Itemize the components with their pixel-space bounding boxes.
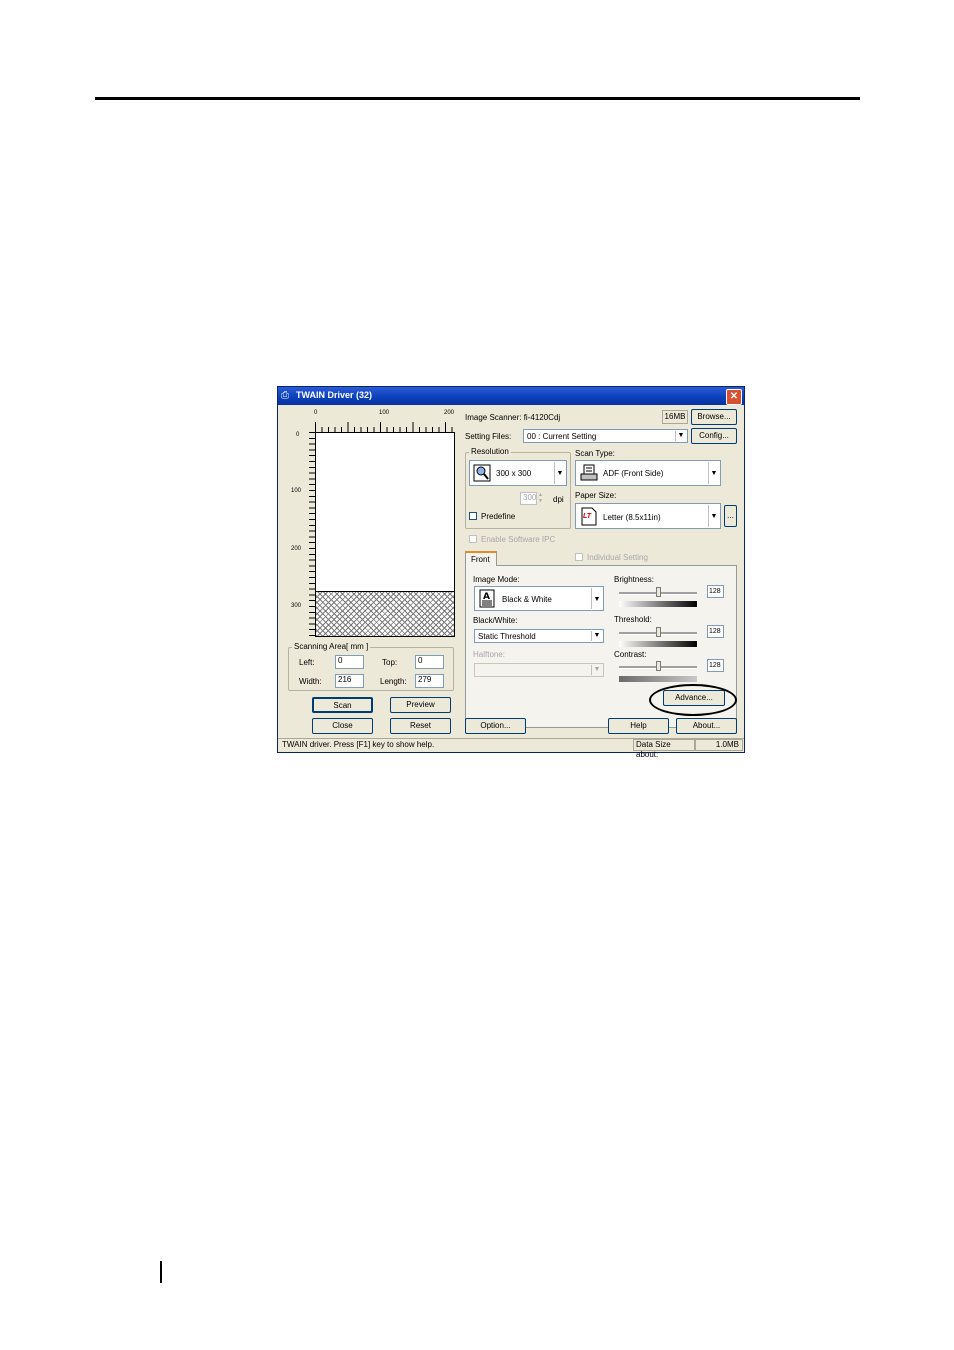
paper-size-value: Letter (8.5x11in) [603, 513, 661, 522]
brightness-label: Brightness: [614, 575, 655, 584]
adf-scanner-icon [580, 464, 598, 481]
dpi-spinner[interactable]: ▲ ▼ [537, 492, 544, 505]
chevron-down-icon[interactable]: ▼ [708, 462, 719, 484]
page-margin-bar [160, 1261, 162, 1283]
black-white-select[interactable]: Static Threshold ▼ [474, 629, 604, 643]
threshold-label: Threshold: [614, 615, 652, 624]
individual-setting-checkbox[interactable] [575, 553, 583, 561]
dpi-unit: dpi [553, 495, 564, 504]
threshold-slider-thumb[interactable] [656, 627, 661, 637]
title-bar[interactable]: ⎙ TWAIN Driver (32) ✕ [278, 387, 744, 405]
resolution-label: Resolution [469, 447, 511, 456]
image-mode-label: Image Mode: [473, 575, 520, 584]
chevron-down-icon[interactable]: ▼ [554, 462, 565, 484]
about-button[interactable]: About... [676, 718, 737, 734]
chevron-down-icon[interactable]: ▼ [675, 431, 686, 441]
setting-files-select[interactable]: 00 : Current Setting ▼ [523, 429, 688, 443]
chevron-down-icon[interactable]: ▼ [708, 505, 719, 527]
reset-button[interactable]: Reset [390, 718, 451, 734]
close-icon: ✕ [729, 391, 739, 402]
close-button[interactable]: Close [312, 718, 373, 734]
contrast-gradient [619, 676, 697, 682]
image-mode-select[interactable]: A Black & White ▼ [474, 586, 604, 611]
status-message: TWAIN driver. Press [F1] key to show hel… [282, 740, 435, 749]
top-field[interactable]: 0 [415, 655, 444, 669]
setting-files-label: Setting Files: [465, 432, 512, 441]
paper-size-more-button[interactable]: ... [724, 505, 737, 527]
image-mode-value: Black & White [502, 595, 552, 604]
ruler-left-tick: 200 [291, 546, 302, 552]
scanner-app-icon: ⎙ [281, 390, 289, 401]
threshold-value-field[interactable]: 128 [707, 625, 724, 638]
scan-type-select[interactable]: ADF (Front Side) ▼ [575, 460, 721, 486]
predefine-checkbox[interactable] [469, 512, 477, 520]
ruler-top-major [315, 422, 455, 432]
data-size-label: Data Size about: [633, 739, 695, 759]
browse-button[interactable]: Browse... [691, 409, 737, 425]
brightness-value-field[interactable]: 128 [707, 585, 724, 598]
document-text-icon: A [479, 589, 495, 608]
contrast-label: Contrast: [614, 650, 647, 659]
chevron-down-icon[interactable]: ▼ [591, 665, 602, 675]
tab-front[interactable]: Front [465, 551, 497, 566]
preview-button[interactable]: Preview [390, 697, 451, 713]
setting-files-value: 00 : Current Setting [527, 432, 597, 441]
left-label: Left: [299, 658, 315, 667]
twain-driver-dialog: ⎙ TWAIN Driver (32) ✕ 0 100 200 0 100 20… [277, 386, 745, 759]
resolution-select[interactable]: 300 x 300 ▼ [469, 460, 567, 486]
window-title: TWAIN Driver (32) [296, 390, 373, 400]
chevron-down-icon[interactable]: ▼ [591, 631, 602, 641]
contrast-slider-thumb[interactable] [656, 661, 661, 671]
scan-type-value: ADF (Front Side) [603, 469, 664, 478]
custom-dpi-field[interactable]: 300 [520, 492, 537, 505]
resolution-value: 300 x 300 [496, 469, 532, 478]
individual-setting-label: Individual Setting [587, 553, 648, 562]
brightness-gradient [619, 601, 697, 607]
paper-size-icon-text: LT [583, 513, 592, 520]
page-top-rule [95, 97, 860, 100]
enable-ipc-checkbox[interactable] [469, 535, 477, 543]
callout-ellipse [649, 684, 737, 716]
halftone-label: Halftone: [473, 650, 506, 659]
ruler-left-tick: 300 [291, 603, 302, 609]
data-size-value: 1.0MB [695, 739, 743, 751]
chevron-down-icon[interactable]: ▼ [591, 588, 602, 609]
help-button[interactable]: Help [608, 718, 669, 734]
threshold-gradient [619, 641, 697, 647]
width-field[interactable]: 216 [335, 674, 364, 688]
scanning-area-label: Scanning Area[ mm ] [292, 642, 371, 651]
halftone-select[interactable]: ▼ [474, 663, 604, 677]
ruler-left-tick: 100 [291, 488, 302, 494]
width-label: Width: [299, 677, 322, 686]
enable-ipc-label: Enable Software IPC [481, 535, 556, 544]
ruler-top-tick: 0 [314, 410, 318, 416]
black-white-value: Static Threshold [478, 632, 536, 641]
ruler-top-tick: 200 [444, 410, 455, 416]
top-label: Top: [382, 658, 398, 667]
scan-button[interactable]: Scan [312, 697, 373, 713]
black-white-label: Black/White: [473, 616, 518, 625]
paper-size-label: Paper Size: [575, 491, 617, 500]
option-button[interactable]: Option... [465, 718, 526, 734]
scan-type-label: Scan Type: [575, 449, 615, 458]
preview-out-of-range [315, 591, 455, 637]
paper-size-select[interactable]: LT Letter (8.5x11in) ▼ [575, 503, 721, 529]
ruler-top-tick: 100 [379, 410, 390, 416]
magnifier-icon [473, 464, 491, 482]
close-window-button[interactable]: ✕ [726, 389, 742, 405]
length-field[interactable]: 279 [415, 674, 444, 688]
predefine-label: Predefine [481, 512, 516, 521]
left-field[interactable]: 0 [335, 655, 364, 669]
image-scanner-label: Image Scanner: fi-4120Cdj [465, 413, 561, 422]
contrast-value-field[interactable]: 128 [707, 659, 724, 672]
config-button[interactable]: Config... [691, 428, 737, 444]
tab-front-label: Front [471, 555, 490, 564]
ruler-left-tick: 0 [296, 432, 300, 438]
memory-readout: 16MB [662, 410, 688, 424]
length-label: Length: [380, 677, 407, 686]
brightness-slider-thumb[interactable] [656, 587, 661, 597]
